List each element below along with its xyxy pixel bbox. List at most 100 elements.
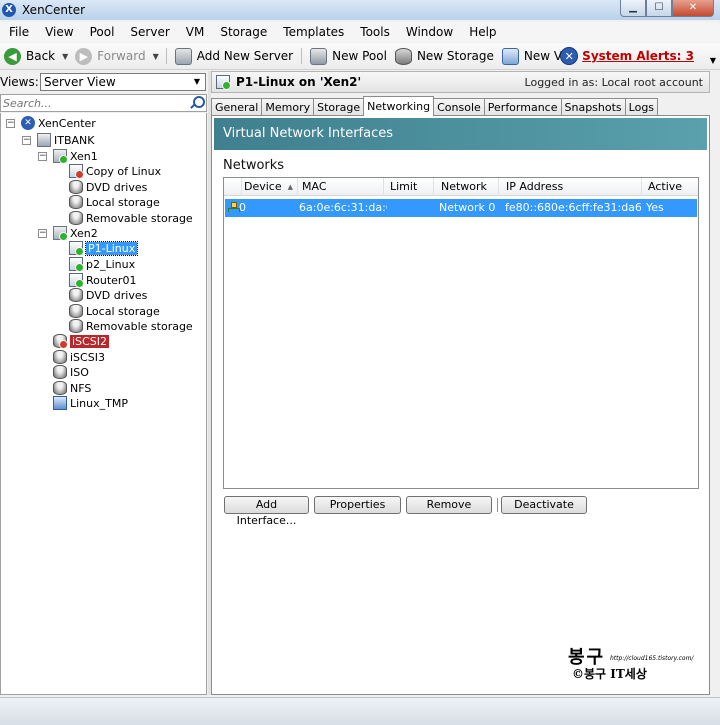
tree-item-label: Local storage [86, 195, 160, 209]
tree-item[interactable]: Linux_TMP [53, 395, 128, 411]
collapse-toggle-icon[interactable]: − [6, 118, 15, 128]
forward-dropdown-icon[interactable]: ▼ [153, 52, 159, 61]
add-new-server-button[interactable]: Add New Server [171, 45, 297, 67]
tree-item[interactable]: p2_Linux [69, 256, 135, 272]
tab-general[interactable]: General [211, 98, 263, 116]
cell-network: Network 0 [439, 201, 496, 214]
deactivate-button[interactable]: Deactivate [501, 496, 587, 514]
vm-running-icon [216, 75, 231, 90]
tree-item[interactable]: iSCSI2 [53, 333, 109, 349]
resource-tree: − ✕ XenCenter − ITBANK − Xen1 Copy of Linux DVD … [0, 113, 207, 695]
storage-error-icon [53, 334, 68, 349]
table-row[interactable]: 0 6a:0e:6c:31:da:6b Network 0 fe80::680e… [225, 199, 697, 217]
title-bar: X XenCenter ▁ ☐ ✕ [0, 0, 720, 20]
tree-item[interactable]: Removable storage [69, 318, 193, 334]
search-input[interactable] [1, 95, 181, 111]
chevron-down-icon[interactable]: ▼ [189, 74, 205, 90]
menu-pool[interactable]: Pool [81, 25, 122, 39]
tree-item[interactable]: Local storage [69, 194, 160, 210]
menu-help[interactable]: Help [460, 25, 503, 39]
search-box [0, 94, 207, 112]
tree-item-label: ISO [70, 365, 89, 379]
column-header-limit[interactable]: Limit [384, 178, 434, 196]
tree-item[interactable]: iSCSI3 [53, 349, 105, 365]
tree-item-label: Local storage [86, 304, 160, 318]
toolbar-overflow-icon[interactable]: ▼ [710, 56, 716, 65]
views-select[interactable]: Server View ▼ [40, 73, 206, 91]
tree-item[interactable]: DVD drives [69, 287, 147, 303]
menu-vm[interactable]: VM [177, 25, 212, 39]
maximize-button[interactable]: ☐ [646, 0, 672, 17]
tree-item[interactable]: − Xen1 [38, 148, 98, 164]
menu-file[interactable]: File [0, 25, 36, 39]
new-storage-button[interactable]: New Storage [391, 45, 498, 67]
tree-item-label: P1-Linux [84, 240, 139, 256]
new-storage-label: New Storage [416, 49, 494, 63]
properties-button[interactable]: Properties [314, 496, 401, 514]
forward-button[interactable]: ▶ Forward [71, 45, 149, 67]
tree-item-label: ITBANK [54, 133, 95, 147]
tree-item[interactable]: − ✕ XenCenter [6, 115, 96, 131]
logged-in-status: Logged in as: Local root account [524, 75, 703, 89]
tree-item[interactable]: Removable storage [69, 210, 193, 226]
tree-item[interactable]: − Xen2 [38, 225, 98, 241]
collapse-toggle-icon[interactable]: − [22, 135, 31, 145]
new-pool-icon [310, 47, 328, 65]
tab-storage[interactable]: Storage [313, 98, 365, 116]
storage-icon [69, 195, 83, 209]
tab-networking[interactable]: Networking [363, 96, 435, 116]
back-button[interactable]: ◀ Back [0, 45, 59, 67]
search-icon[interactable] [189, 96, 205, 110]
menu-window[interactable]: Window [397, 25, 460, 39]
system-alerts-button[interactable]: ✕ System Alerts: 3 [560, 47, 694, 65]
column-header-mac[interactable]: MAC [296, 178, 384, 196]
new-pool-button[interactable]: New Pool [306, 45, 391, 67]
tree-item-label: NFS [70, 381, 92, 395]
tree-item[interactable]: Local storage [69, 303, 160, 319]
tree-item[interactable]: − ITBANK [22, 132, 94, 148]
back-dropdown-icon[interactable]: ▼ [62, 52, 68, 61]
tree-item[interactable]: DVD drives [69, 179, 147, 195]
tab-logs[interactable]: Logs [624, 98, 659, 116]
panel-banner: Virtual Network Interfaces [214, 118, 707, 150]
menu-storage[interactable]: Storage [211, 25, 274, 39]
tree-item[interactable]: ISO [53, 364, 89, 380]
watermark-subtitle: ©봉구 IT세상 [572, 667, 647, 681]
tree-item[interactable]: NFS [53, 380, 91, 396]
tree-item[interactable]: Copy of Linux [69, 163, 161, 179]
minimize-button[interactable]: ▁ [620, 0, 646, 17]
collapse-toggle-icon[interactable]: − [38, 151, 47, 161]
folder-icon [53, 396, 67, 410]
remove-button[interactable]: Remove [406, 496, 492, 514]
toolbar-separator [165, 48, 167, 64]
grid-header: Device ▲ MAC Limit Network IP Address Ac… [224, 178, 698, 196]
tab-memory[interactable]: Memory [261, 98, 315, 116]
host-icon [53, 149, 68, 164]
column-header-network[interactable]: Network [435, 178, 499, 196]
add-interface-button[interactable]: Add Interface... [224, 496, 309, 527]
column-header-active[interactable]: Active [642, 178, 698, 196]
cell-limit [385, 199, 435, 217]
column-header-device[interactable]: Device ▲ [238, 178, 298, 196]
tree-item[interactable]: Router01 [69, 272, 136, 288]
pool-icon [37, 133, 51, 147]
add-server-label: Add New Server [196, 49, 294, 63]
networks-heading: Networks [223, 158, 285, 173]
vm-running-icon [69, 241, 84, 256]
storage-icon [53, 350, 67, 364]
close-button[interactable]: ✕ [672, 0, 714, 17]
tab-console[interactable]: Console [433, 98, 485, 116]
system-alerts-link[interactable]: System Alerts: 3 [582, 49, 694, 63]
collapse-toggle-icon[interactable]: − [38, 228, 47, 238]
menu-templates[interactable]: Templates [274, 25, 351, 39]
tab-performance[interactable]: Performance [483, 98, 562, 116]
new-pool-label: New Pool [332, 49, 387, 63]
tree-item[interactable]: P1-Linux [69, 240, 139, 256]
storage-icon [53, 381, 67, 395]
menu-view[interactable]: View [36, 25, 80, 39]
menu-server[interactable]: Server [121, 25, 176, 39]
menu-tools[interactable]: Tools [351, 25, 397, 39]
tab-snapshots[interactable]: Snapshots [560, 98, 626, 116]
forward-arrow-icon: ▶ [75, 47, 93, 65]
column-header-ip-address[interactable]: IP Address [500, 178, 642, 196]
